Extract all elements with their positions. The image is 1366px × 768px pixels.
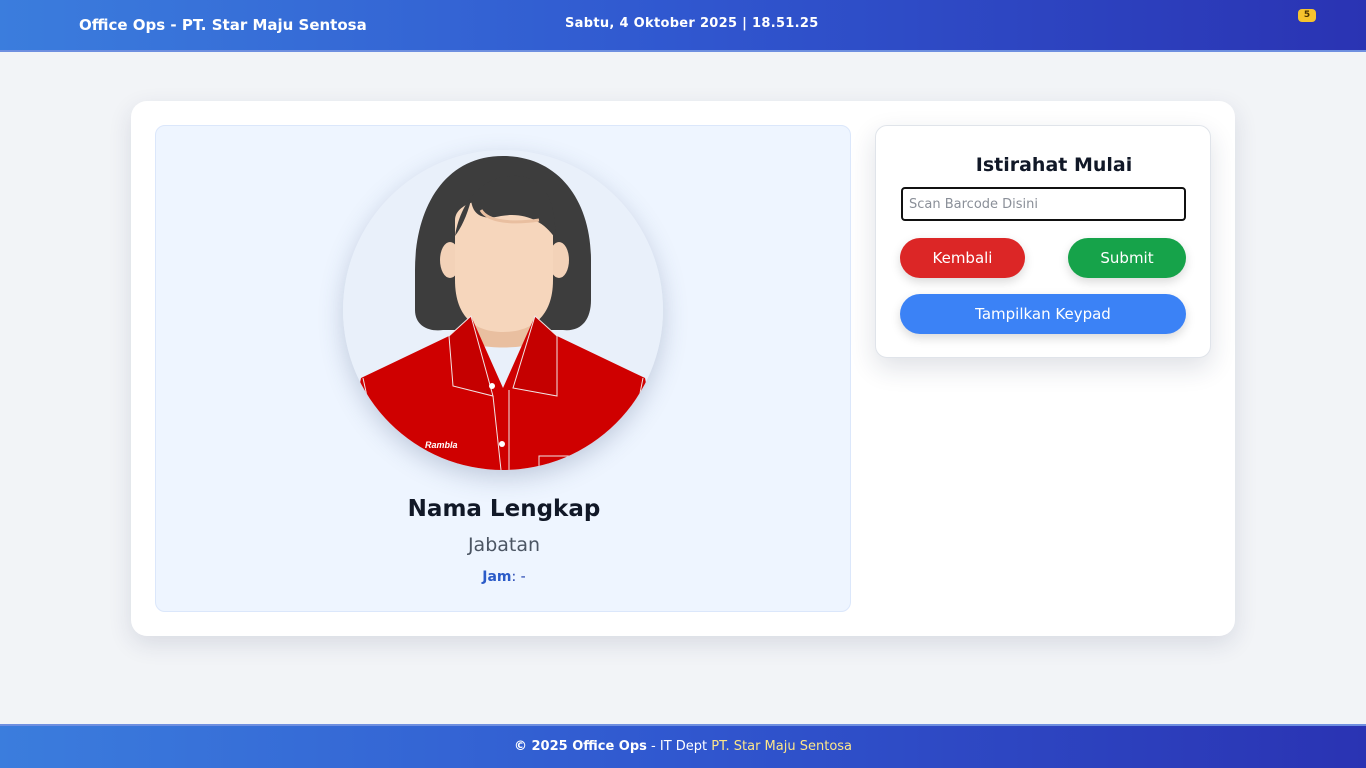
footer-copyright: © 2025 Office Ops <box>513 739 647 754</box>
main-card: Rambla Nama Lengkap Jabatan Jam: - Istir… <box>131 101 1235 636</box>
time-value: - <box>520 569 526 585</box>
employee-name: Nama Lengkap <box>407 496 601 522</box>
time-label: Jam <box>482 569 512 585</box>
app-brand[interactable]: Office Ops - PT. Star Maju Sentosa <box>79 16 367 34</box>
time-colon: : <box>511 569 521 585</box>
current-datetime: Sabtu, 4 Oktober 2025 | 18.51.25 <box>565 16 819 31</box>
employee-time: Jam: - <box>156 569 852 585</box>
page-footer: © 2025 Office Ops - IT Dept PT. Star Maj… <box>0 724 1366 768</box>
notification-badge[interactable]: 5 <box>1298 9 1316 22</box>
barcode-scan-card: Istirahat Mulai Kembali Submit Tampilkan… <box>875 125 1211 358</box>
submit-button[interactable]: Submit <box>1068 238 1186 278</box>
footer-dept: - IT Dept <box>646 739 712 754</box>
footer-company: PT. Star Maju Sentosa <box>711 739 853 754</box>
scan-title: Istirahat Mulai <box>975 154 1133 176</box>
top-navbar: Office Ops - PT. Star Maju Sentosa Sabtu… <box>0 0 1366 52</box>
barcode-input[interactable] <box>901 187 1186 221</box>
shirt-logo-text: Rambla <box>425 440 458 450</box>
employee-profile-panel: Rambla Nama Lengkap Jabatan Jam: - <box>155 125 851 612</box>
avatar-illustration: Rambla <box>343 150 663 470</box>
show-keypad-button[interactable]: Tampilkan Keypad <box>900 294 1186 334</box>
back-button[interactable]: Kembali <box>900 238 1025 278</box>
employee-avatar: Rambla <box>343 150 663 470</box>
employee-role: Jabatan <box>467 534 541 556</box>
